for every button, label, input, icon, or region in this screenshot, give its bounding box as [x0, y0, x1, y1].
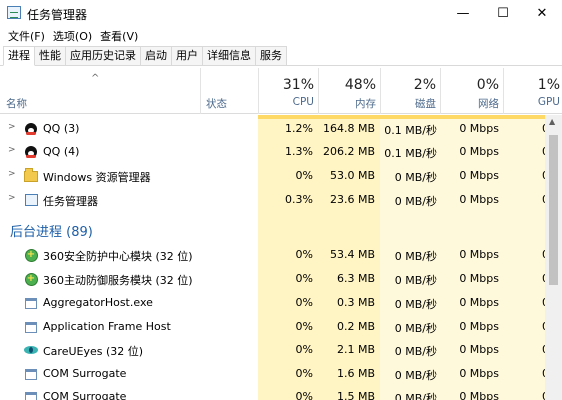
header-gpu[interactable]: 1% GPU	[503, 68, 562, 114]
tab-users[interactable]: 用户	[171, 46, 203, 65]
folder-icon	[24, 167, 38, 183]
header-memory[interactable]: 48% 内存	[318, 68, 380, 114]
table-row[interactable]: CareUEyes (32 位) 0% 2.1 MB 0 MB/秒 0 Mbps…	[0, 338, 562, 361]
minimize-icon: —	[456, 5, 470, 21]
maximize-icon: ☐	[497, 5, 509, 21]
window-title: 任务管理器	[27, 8, 88, 22]
menu-options[interactable]: 选项(O)	[49, 28, 96, 44]
expand-chevron-icon[interactable]: >	[8, 169, 16, 179]
security-icon: +	[24, 248, 38, 262]
scroll-up-arrow-icon[interactable]: ▲	[549, 117, 555, 126]
tab-performance[interactable]: 性能	[34, 46, 66, 65]
qq-icon	[24, 122, 38, 136]
tab-processes[interactable]: 进程	[3, 46, 35, 66]
expand-chevron-icon[interactable]: >	[8, 193, 16, 203]
column-header: ^ 名称 状态 31% CPU 48% 内存 2% 磁盘 0% 网络 1% GP…	[0, 68, 562, 114]
table-row[interactable]: + 360主动防御服务模块 (32 位) 0% 6.3 MB 0 MB/秒 0 …	[0, 267, 562, 290]
header-disk[interactable]: 2% 磁盘	[380, 68, 440, 114]
close-button[interactable]: ✕	[522, 0, 562, 26]
table-row[interactable]: > Windows 资源管理器 0% 53.0 MB 0 MB/秒 0 Mbps…	[0, 164, 562, 187]
maximize-button[interactable]: ☐	[483, 0, 523, 26]
tab-app-history[interactable]: 应用历史记录	[65, 46, 141, 65]
window-icon	[24, 390, 38, 400]
title-bar: 任务管理器 — ☐ ✕	[0, 0, 562, 26]
table-row[interactable]: COM Surrogate 0% 1.5 MB 0 MB/秒 0 Mbps 0	[0, 385, 562, 400]
header-name[interactable]: ^ 名称	[0, 68, 200, 114]
table-row[interactable]: > QQ (3) 1.2% 164.8 MB 0.1 MB/秒 0 Mbps 0	[0, 117, 562, 140]
table-row[interactable]: COM Surrogate 0% 1.6 MB 0 MB/秒 0 Mbps 0	[0, 362, 562, 385]
window-icon	[24, 367, 38, 381]
tab-services[interactable]: 服务	[255, 46, 287, 65]
background-section-title[interactable]: 后台进程 (89)	[10, 221, 93, 240]
table-row[interactable]: Application Frame Host 0% 0.2 MB 0 MB/秒 …	[0, 315, 562, 338]
table-row[interactable]: > QQ (4) 1.3% 206.2 MB 0.1 MB/秒 0 Mbps 0	[0, 140, 562, 163]
table-row[interactable]: + 360安全防护中心模块 (32 位) 0% 53.4 MB 0 MB/秒 0…	[0, 243, 562, 266]
security-icon: +	[24, 272, 38, 286]
close-icon: ✕	[536, 5, 548, 21]
minimize-button[interactable]: —	[443, 0, 483, 26]
table-row[interactable]: > 任务管理器 0.3% 23.6 MB 0 MB/秒 0 Mbps 0	[0, 188, 562, 211]
table-row[interactable]: AggregatorHost.exe 0% 0.3 MB 0 MB/秒 0 Mb…	[0, 291, 562, 314]
scroll-thumb[interactable]	[549, 135, 558, 285]
header-cpu[interactable]: 31% CPU	[258, 68, 318, 114]
vertical-scrollbar[interactable]: ▲	[545, 115, 562, 400]
task-manager-icon	[7, 6, 21, 19]
tab-details[interactable]: 详细信息	[202, 46, 256, 65]
qq-icon	[24, 145, 38, 159]
header-network[interactable]: 0% 网络	[440, 68, 503, 114]
header-status[interactable]: 状态	[200, 68, 258, 114]
eye-icon	[24, 343, 38, 357]
task-manager-icon	[24, 193, 38, 207]
menu-file[interactable]: 文件(F)	[4, 28, 49, 44]
expand-chevron-icon[interactable]: >	[8, 122, 16, 132]
window-icon	[24, 296, 38, 310]
menu-view[interactable]: 查看(V)	[96, 28, 142, 44]
window-icon	[24, 320, 38, 334]
expand-chevron-icon[interactable]: >	[8, 145, 16, 155]
tab-bar: 进程 性能 应用历史记录 启动 用户 详细信息 服务	[0, 46, 562, 66]
menu-bar: 文件(F) 选项(O) 查看(V)	[0, 26, 562, 46]
sort-up-icon: ^	[91, 73, 100, 84]
tab-startup[interactable]: 启动	[140, 46, 172, 65]
